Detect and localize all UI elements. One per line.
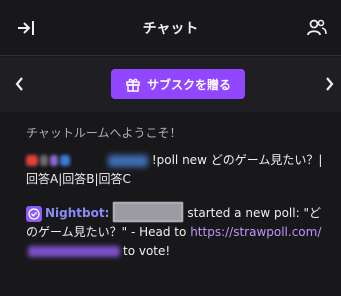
welcome-message: チャットルームへようこそ！ (26, 126, 182, 140)
chat-message: Nightbot: started a new poll: "どのゲーム見たい？"… (26, 202, 326, 261)
chat-header: チャット (0, 0, 341, 56)
verified-bot-badge-icon (26, 206, 42, 222)
chevron-left-icon (15, 77, 23, 91)
gift-sub-label: サブスクを贈る (146, 77, 231, 92)
poll-link-text[interactable]: https://strawpoll.com/ (190, 225, 321, 239)
community-button[interactable] (305, 16, 329, 40)
redacted-user-badges (26, 153, 108, 167)
message-text-end: to vote! (123, 244, 171, 258)
collapse-arrow-icon (18, 21, 34, 35)
redacted-mention (113, 202, 184, 222)
redacted-username[interactable] (108, 155, 148, 167)
prev-button[interactable] (10, 73, 30, 95)
chat-title: チャット (142, 20, 199, 37)
message-author[interactable]: Nightbot: (45, 206, 109, 220)
community-icon (307, 19, 327, 36)
chat-message: !poll new どのゲーム見たい？|回答A|回答B|回答C (26, 151, 326, 189)
promo-banner: サブスクを贈る (0, 57, 341, 112)
next-button[interactable] (319, 73, 339, 95)
gift-sub-button[interactable]: サブスクを贈る (111, 69, 245, 99)
gift-icon (126, 78, 140, 92)
chevron-right-icon (326, 77, 334, 91)
redacted-link-path[interactable] (28, 246, 120, 257)
collapse-chat-button[interactable] (14, 16, 38, 40)
